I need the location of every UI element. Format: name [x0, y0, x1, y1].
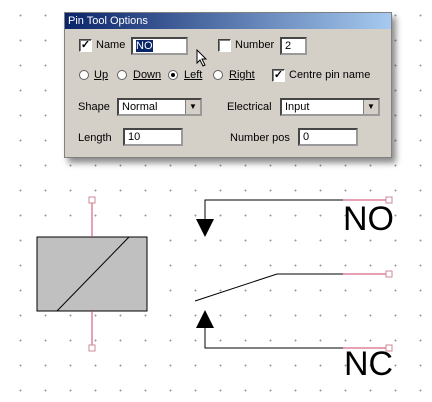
pin-tool-options-dialog: Pin Tool Options ✓ Name NO Number 2 Up D… [64, 12, 392, 158]
direction-up-radio[interactable] [79, 70, 89, 80]
no-contact-line [204, 199, 343, 222]
common-contact-line [194, 273, 343, 302]
direction-left-radio[interactable] [168, 70, 178, 80]
shape-label: Shape [78, 101, 110, 113]
number-input[interactable]: 2 [280, 37, 307, 55]
mouse-cursor-icon [196, 49, 208, 67]
direction-down-label: Down [133, 69, 162, 81]
no-arrow-head [196, 219, 214, 237]
shape-value: Normal [122, 101, 158, 113]
coil-bottom-pin-end [88, 344, 96, 352]
number-checkbox[interactable] [218, 39, 231, 52]
number-pos-input[interactable]: 0 [298, 128, 358, 146]
direction-down-radio[interactable] [117, 70, 127, 80]
dialog-title[interactable]: Pin Tool Options [65, 13, 391, 29]
coil-body[interactable] [36, 236, 148, 312]
direction-right-radio[interactable] [213, 70, 223, 80]
electrical-value: Input [285, 101, 310, 113]
shape-select[interactable]: Normal ▼ [117, 98, 202, 116]
name-checkbox[interactable]: ✓ [79, 39, 92, 52]
electrical-dropdown-arrow-icon[interactable]: ▼ [363, 100, 378, 114]
centre-pin-name-checkbox[interactable]: ✓ [272, 69, 285, 82]
pin-label-nc[interactable]: NC [344, 345, 393, 384]
name-input[interactable]: NO [131, 37, 188, 55]
name-label: Name [96, 39, 126, 51]
nc-arrow-head [196, 310, 214, 328]
number-label: Number [235, 39, 275, 51]
nc-contact-line [204, 326, 343, 349]
electrical-label: Electrical [227, 101, 272, 113]
direction-up-label: Up [94, 69, 109, 81]
length-label: Length [78, 132, 112, 144]
shape-dropdown-arrow-icon[interactable]: ▼ [185, 100, 200, 114]
electrical-select[interactable]: Input ▼ [280, 98, 380, 116]
pin-label-no[interactable]: NO [343, 200, 394, 239]
number-pos-label: Number pos [230, 132, 290, 144]
direction-right-label: Right [229, 69, 255, 81]
coil-top-pin-end [88, 196, 96, 204]
name-value: NO [136, 40, 153, 52]
length-input[interactable]: 10 [123, 128, 183, 146]
centre-pin-name-label: Centre pin name [289, 69, 371, 81]
common-pin-end [385, 270, 393, 278]
direction-left-label: Left [184, 69, 203, 81]
